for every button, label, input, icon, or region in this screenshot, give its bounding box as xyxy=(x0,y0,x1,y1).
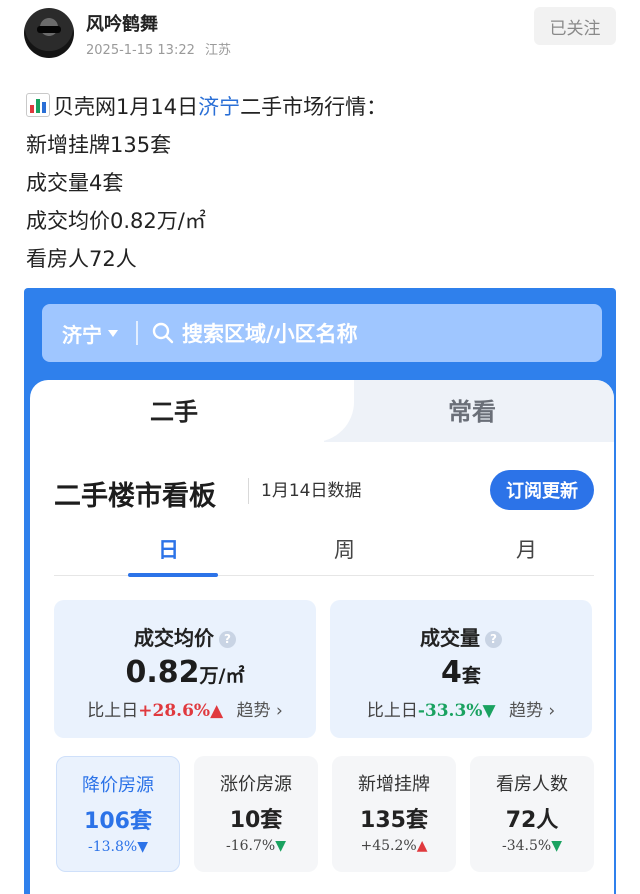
mini-stat-value: 135套 xyxy=(360,808,428,833)
post-line-1-prefix: 贝壳网1月14日 xyxy=(53,95,199,119)
mini-stat-viewers[interactable]: 看房人数 72人 -34.5%▼ xyxy=(470,756,594,872)
mini-stat-change: -13.8%▼ xyxy=(57,839,179,855)
change-value: -33.3% xyxy=(417,701,483,721)
mini-stat-value: 72人 xyxy=(505,808,559,833)
mini-stat-value: 106套 xyxy=(84,809,152,834)
trend-label: 趋势 xyxy=(508,701,543,721)
mini-stat-price-rise[interactable]: 涨价房源 10套 -16.7%▼ xyxy=(194,756,318,872)
post-line-3: 成交量4套 xyxy=(26,171,124,195)
active-tab-indicator xyxy=(128,573,218,577)
help-icon[interactable]: ? xyxy=(485,631,502,648)
help-icon[interactable]: ? xyxy=(219,631,236,648)
chevron-right-icon: › xyxy=(542,701,556,721)
post-line-4: 成交均价0.82万/㎡ xyxy=(26,209,206,233)
mini-stat-title: 新增挂牌 xyxy=(358,774,430,795)
change-value: +28.6% xyxy=(138,701,211,721)
stat-change: 比上日+28.6%▲ 趋势 › xyxy=(54,696,316,721)
up-arrow-icon: ▲ xyxy=(210,701,224,721)
mini-change-value: -13.8% xyxy=(88,839,138,855)
post-line-1-suffix: 二手市场行情： xyxy=(240,95,388,119)
mini-stat-title: 看房人数 xyxy=(496,774,568,795)
stat-title-text: 成交均价 xyxy=(134,626,214,650)
post-location: 江苏 xyxy=(205,43,232,58)
change-label: 比上日 xyxy=(87,701,139,721)
down-arrow-icon: ▼ xyxy=(137,839,148,855)
divider xyxy=(136,321,138,345)
trend-link[interactable]: 趋势 › xyxy=(237,701,283,721)
post-line-5: 看房人72人 xyxy=(26,247,137,271)
down-arrow-icon: ▼ xyxy=(275,838,286,854)
board-date: 1月14日数据 xyxy=(248,478,361,504)
mini-stat-title: 涨价房源 xyxy=(220,774,292,795)
mini-change-value: -34.5% xyxy=(502,838,552,854)
trend-label: 趋势 xyxy=(236,701,271,721)
stat-unit: 万/㎡ xyxy=(199,665,245,687)
mini-stat-change: -34.5%▼ xyxy=(470,838,594,854)
tab-week[interactable]: 周 xyxy=(334,534,355,564)
embedded-screenshot[interactable]: 济宁 搜索区域/小区名称 二手 常看 二手楼市看板 1月14日数据 订阅更新 日… xyxy=(24,288,616,894)
stat-title: 成交量? xyxy=(330,622,592,651)
mini-stat-new-listings[interactable]: 新增挂牌 135套 +45.2%▲ xyxy=(332,756,456,872)
stat-title-text: 成交量 xyxy=(420,626,480,650)
stat-value-number: 0.82 xyxy=(125,655,200,690)
chevron-right-icon: › xyxy=(270,701,283,721)
tab-frequently-viewed[interactable]: 常看 xyxy=(448,392,496,427)
mini-change-value: +45.2% xyxy=(360,838,417,854)
post-header: 风吟鹤舞 2025-1-15 13:22 江苏 已关注 xyxy=(0,0,640,70)
subscribe-button[interactable]: 订阅更新 xyxy=(490,470,594,510)
change-label: 比上日 xyxy=(366,701,418,721)
bar-chart-icon xyxy=(26,93,50,117)
stat-unit: 套 xyxy=(461,665,481,687)
author-name[interactable]: 风吟鹤舞 xyxy=(86,10,158,36)
stat-change: 比上日-33.3%▼ 趋势 › xyxy=(330,696,592,721)
search-bar[interactable]: 济宁 搜索区域/小区名称 xyxy=(42,304,602,362)
down-arrow-icon: ▼ xyxy=(482,701,496,721)
search-input[interactable]: 搜索区域/小区名称 xyxy=(182,318,358,348)
tab-second-hand[interactable]: 二手 xyxy=(150,392,198,427)
stat-avg-price[interactable]: 成交均价? 0.82万/㎡ 比上日+28.6%▲ 趋势 › xyxy=(54,600,316,738)
post-text: 贝壳网1月14日济宁二手市场行情： 新增挂牌135套 成交量4套 成交均价0.8… xyxy=(26,88,387,278)
follow-button[interactable]: 已关注 xyxy=(534,7,616,45)
up-arrow-icon: ▲ xyxy=(416,838,428,854)
avatar[interactable] xyxy=(24,8,74,58)
tab-month[interactable]: 月 xyxy=(516,534,537,564)
mini-change-value: -16.7% xyxy=(226,838,276,854)
down-arrow-icon: ▼ xyxy=(551,838,562,854)
search-icon xyxy=(152,322,174,344)
stat-volume[interactable]: 成交量? 4套 比上日-33.3%▼ 趋势 › xyxy=(330,600,592,738)
mini-stat-change: -16.7%▼ xyxy=(194,838,318,854)
period-tabs: 日 周 月 xyxy=(54,524,594,577)
chevron-down-icon xyxy=(108,329,118,337)
mini-stat-value: 10套 xyxy=(229,808,283,833)
post-line-2: 新增挂牌135套 xyxy=(26,133,172,157)
stat-value-number: 4 xyxy=(441,655,462,690)
board-title: 二手楼市看板 xyxy=(54,481,216,512)
mini-stat-price-cut[interactable]: 降价房源 106套 -13.8%▼ xyxy=(56,756,180,872)
mini-stat-title: 降价房源 xyxy=(82,775,154,796)
city-selector[interactable]: 济宁 xyxy=(62,319,118,348)
tab-day[interactable]: 日 xyxy=(158,534,179,564)
city-hashtag-link[interactable]: 济宁 xyxy=(198,95,240,119)
post-date: 2025-1-15 13:22 xyxy=(86,43,195,58)
stat-value: 4套 xyxy=(330,655,592,690)
city-selector-label: 济宁 xyxy=(62,322,102,347)
mini-stat-change: +45.2%▲ xyxy=(332,838,456,854)
post-line-1: 贝壳网1月14日济宁二手市场行情： xyxy=(26,88,387,126)
trend-link[interactable]: 趋势 › xyxy=(509,701,555,721)
stat-value: 0.82万/㎡ xyxy=(54,655,316,690)
post-meta: 2025-1-15 13:22 江苏 xyxy=(86,39,231,58)
stat-title: 成交均价? xyxy=(54,622,316,651)
